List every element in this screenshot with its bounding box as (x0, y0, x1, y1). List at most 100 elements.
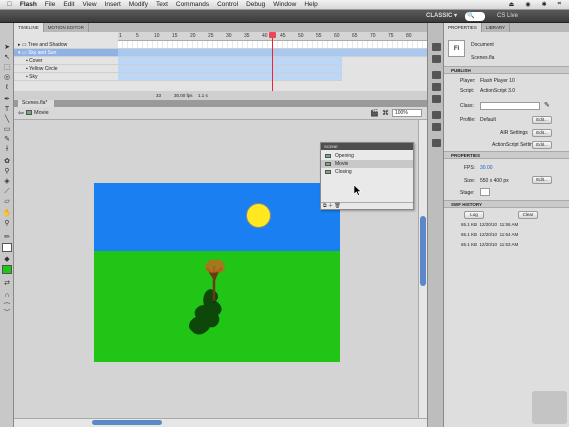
layer-sky-and-sun[interactable]: ▾ ▭ Sky and Sun (14, 49, 118, 57)
eraser-tool-icon[interactable]: ▱ (2, 197, 12, 206)
document-tab[interactable]: Scenes.fla* (18, 100, 54, 107)
swatches-panel-icon[interactable] (432, 55, 441, 63)
bluetooth-icon[interactable]: ✱ (538, 1, 551, 8)
tab-properties[interactable]: PROPERTIES (444, 23, 482, 32)
frames-row[interactable] (118, 65, 342, 73)
menu-window[interactable]: Window (269, 1, 300, 8)
horizontal-scrollbar[interactable] (14, 418, 427, 427)
class-input[interactable] (480, 102, 540, 110)
add-scene-icon[interactable]: ＋ (328, 203, 333, 209)
menu-edit[interactable]: Edit (59, 1, 78, 8)
workspace-switcher[interactable]: CLASSIC ▾ (426, 12, 460, 21)
delete-scene-icon[interactable]: 🗑 (334, 203, 340, 209)
layer-tree-and-shadow[interactable]: ▸ ▭ Tree and Shadow (14, 41, 118, 49)
tree-symbol[interactable] (202, 258, 228, 303)
back-arrow-icon[interactable]: ⇦ (18, 109, 24, 117)
menu-insert[interactable]: Insert (101, 1, 125, 8)
playhead[interactable] (269, 32, 276, 38)
free-transform-tool-icon[interactable]: ⬚ (2, 63, 12, 72)
clear-button[interactable]: Clear (518, 211, 538, 219)
menu-app[interactable]: Flash (16, 1, 41, 8)
tab-motion-editor[interactable]: MOTION EDITOR (44, 23, 89, 32)
edit-symbols-icon[interactable]: ⌘ (382, 109, 389, 117)
brush-tool-icon[interactable]: ɫ (2, 145, 12, 154)
pencil-icon[interactable]: ✎ (544, 101, 550, 109)
layer-sky[interactable]: ▪ Sky (14, 73, 118, 81)
menu-commands[interactable]: Commands (172, 1, 213, 8)
menu-text[interactable]: Text (152, 1, 172, 8)
selection-tool-icon[interactable]: ➤ (2, 43, 12, 52)
vertical-scrollbar[interactable] (418, 120, 427, 418)
color-panel-icon[interactable] (432, 43, 441, 51)
edit-scene-icon[interactable]: 🎬 (370, 109, 379, 117)
stroke-color-icon[interactable]: ✏ (2, 233, 12, 242)
pencil-tool-icon[interactable]: ✎ (2, 135, 12, 144)
stage[interactable] (94, 183, 340, 362)
info-panel-icon[interactable] (432, 83, 441, 91)
lasso-tool-icon[interactable]: ℓ (2, 83, 12, 92)
scroll-thumb[interactable] (420, 216, 426, 286)
duplicate-scene-icon[interactable]: ⧉ (323, 203, 327, 209)
pen-tool-icon[interactable]: ✒ (2, 95, 12, 104)
rectangle-tool-icon[interactable]: ▭ (2, 125, 12, 134)
align-panel-icon[interactable] (432, 71, 441, 79)
swf-history-section-header[interactable]: SWF HISTORY (444, 200, 569, 208)
snap-to-objects-icon[interactable]: ∩ (2, 291, 12, 300)
menu-control[interactable]: Control (213, 1, 242, 8)
log-button[interactable]: Log (464, 211, 484, 219)
fill-color-swatch[interactable] (2, 265, 12, 274)
layer-cover[interactable]: ▪ Cover (14, 57, 118, 65)
eyedropper-tool-icon[interactable]: ⟋ (2, 187, 12, 196)
air-settings-link[interactable]: AIR Settings (500, 130, 528, 136)
text-tool-icon[interactable]: T (2, 105, 12, 114)
subselection-tool-icon[interactable]: ↖ (2, 53, 12, 62)
hand-tool-icon[interactable]: ✋ (2, 209, 12, 218)
search-input[interactable]: 🔍 (465, 12, 485, 21)
code-snippets-icon[interactable] (432, 111, 441, 119)
network-icon[interactable]: ⌗ (554, 1, 565, 8)
fill-color-icon[interactable]: ◆ (2, 255, 12, 264)
sky-shape[interactable] (94, 183, 340, 251)
cs-live-button[interactable]: CS Live (497, 12, 518, 21)
swap-colors-icon[interactable]: ⇄ (2, 279, 12, 288)
tab-library[interactable]: LIBRARY (482, 23, 511, 32)
3d-rotation-tool-icon[interactable]: ◎ (2, 73, 12, 82)
size-edit-button[interactable]: Edit... (532, 176, 552, 184)
menu-debug[interactable]: Debug (242, 1, 269, 8)
actionscript-edit-button[interactable]: Edit... (532, 141, 552, 149)
sun-circle[interactable] (246, 203, 271, 228)
apple-menu[interactable]:  (0, 1, 16, 8)
layer-yellow-circle[interactable]: ▪ Yellow Circle (14, 65, 118, 73)
fps-value[interactable]: 30.00 (480, 165, 493, 171)
profile-edit-button[interactable]: Edit... (532, 116, 552, 124)
scene-item-opening[interactable]: Opening (321, 152, 413, 160)
zoom-select[interactable]: 100% (392, 109, 422, 117)
stage-color-swatch[interactable] (480, 188, 490, 196)
menu-file[interactable]: File (41, 1, 59, 8)
air-edit-button[interactable]: Edit... (532, 129, 552, 137)
stroke-color-swatch[interactable] (2, 243, 12, 252)
deco-tool-icon[interactable]: ✿ (2, 157, 12, 166)
eject-icon[interactable]: ⏏ (505, 1, 519, 8)
line-tool-icon[interactable]: ╲ (2, 115, 12, 124)
zoom-tool-icon[interactable]: ⚲ (2, 219, 12, 228)
menu-help[interactable]: Help (300, 1, 321, 8)
tab-timeline[interactable]: TIMELINE (14, 23, 44, 32)
motion-presets-icon[interactable] (432, 139, 441, 147)
paint-bucket-tool-icon[interactable]: ◈ (2, 177, 12, 186)
scene-panel-title[interactable]: SCENE (321, 143, 413, 150)
frame-rate[interactable]: 30.00 fps (174, 91, 193, 100)
scene-item-movie[interactable]: Movie (321, 160, 413, 168)
profile-value[interactable]: Default (480, 117, 496, 123)
properties-section-header[interactable]: PROPERTIES (444, 151, 569, 159)
menu-modify[interactable]: Modify (125, 1, 152, 8)
menu-view[interactable]: View (79, 1, 101, 8)
bone-tool-icon[interactable]: ⚲ (2, 167, 12, 176)
scroll-thumb[interactable] (92, 420, 162, 425)
status-icon[interactable]: ◉ (521, 1, 534, 8)
transform-panel-icon[interactable] (432, 95, 441, 103)
frames-row[interactable] (118, 57, 342, 65)
frames-row[interactable] (118, 73, 342, 81)
components-panel-icon[interactable] (432, 123, 441, 131)
smooth-icon[interactable]: ⁐ (2, 303, 12, 312)
